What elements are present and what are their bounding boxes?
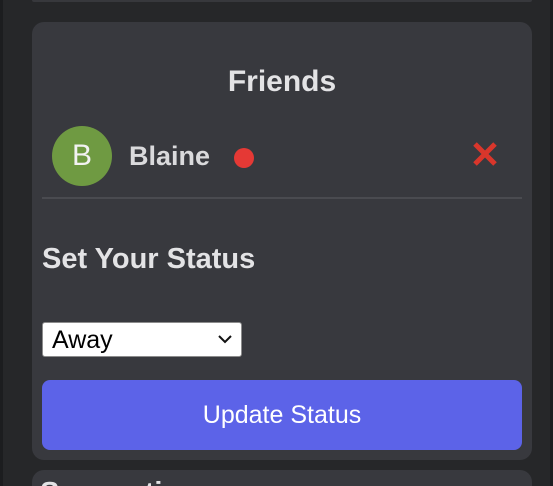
status-select-value: Away [52,326,113,354]
remove-friend-button[interactable] [469,138,501,170]
suggestions-panel: Suggestions [32,470,532,486]
status-indicator-dot [234,148,254,168]
app-page: Friends B Blaine Set Your Status Away Up… [0,0,553,486]
chevron-down-icon [218,334,232,344]
set-status-heading: Set Your Status [42,243,256,275]
previous-panel-edge [32,0,532,2]
friend-list-item: B Blaine [52,126,522,188]
suggestions-title: Suggestions [40,476,214,486]
status-select[interactable]: Away [42,322,242,357]
close-icon [469,138,501,170]
friends-title: Friends [227,65,337,98]
avatar[interactable]: B [52,126,112,186]
update-status-button[interactable]: Update Status [42,380,522,450]
left-gutter [0,0,3,486]
divider [42,197,522,199]
friend-name[interactable]: Blaine [129,140,210,172]
friends-panel: Friends B Blaine Set Your Status Away Up… [32,22,532,460]
